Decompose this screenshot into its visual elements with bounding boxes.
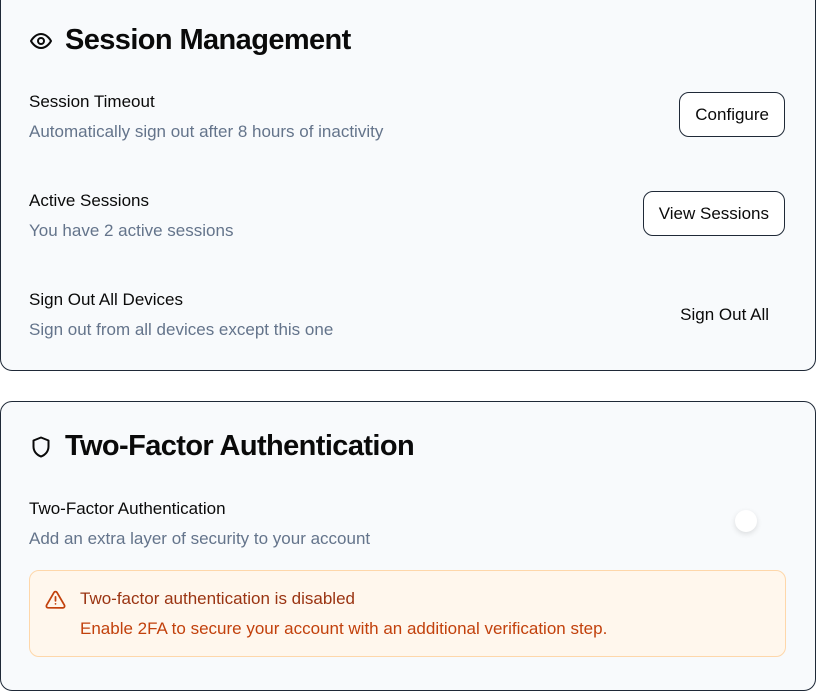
session-management-card: Session Management Session Timeout Autom… [0, 0, 816, 371]
alert-title: Two-factor authentication is disabled [80, 589, 355, 608]
two-factor-toggle[interactable] [735, 510, 757, 532]
sign-out-all-button[interactable]: Sign Out All [664, 292, 785, 337]
two-factor-row: Two-Factor Authentication Add an extra l… [29, 498, 785, 550]
alert-desc: Enable 2FA to secure your account with a… [80, 619, 608, 638]
shield-icon [29, 435, 53, 459]
eye-icon [29, 29, 53, 53]
two-factor-row-desc: Add an extra layer of security to your a… [29, 529, 371, 548]
session-management-header: Session Management [29, 24, 351, 57]
two-factor-disabled-alert: Two-factor authentication is disabled En… [29, 570, 786, 657]
session-timeout-row: Session Timeout Automatically sign out a… [29, 91, 785, 143]
active-sessions-row: Active Sessions You have 2 active sessio… [29, 190, 785, 242]
session-timeout-title: Session Timeout [29, 92, 155, 111]
session-management-title: Session Management [65, 24, 351, 56]
two-factor-row-title: Two-Factor Authentication [29, 499, 226, 518]
session-timeout-desc: Automatically sign out after 8 hours of … [29, 122, 384, 141]
view-sessions-button[interactable]: View Sessions [642, 191, 785, 236]
two-factor-card: Two-Factor Authentication Two-Factor Aut… [0, 401, 816, 691]
two-factor-header: Two-Factor Authentication [29, 430, 415, 463]
warning-icon [45, 589, 66, 610]
sign-out-all-row: Sign Out All Devices Sign out from all d… [29, 289, 785, 341]
two-factor-title: Two-Factor Authentication [65, 430, 415, 462]
configure-button[interactable]: Configure [679, 92, 785, 137]
